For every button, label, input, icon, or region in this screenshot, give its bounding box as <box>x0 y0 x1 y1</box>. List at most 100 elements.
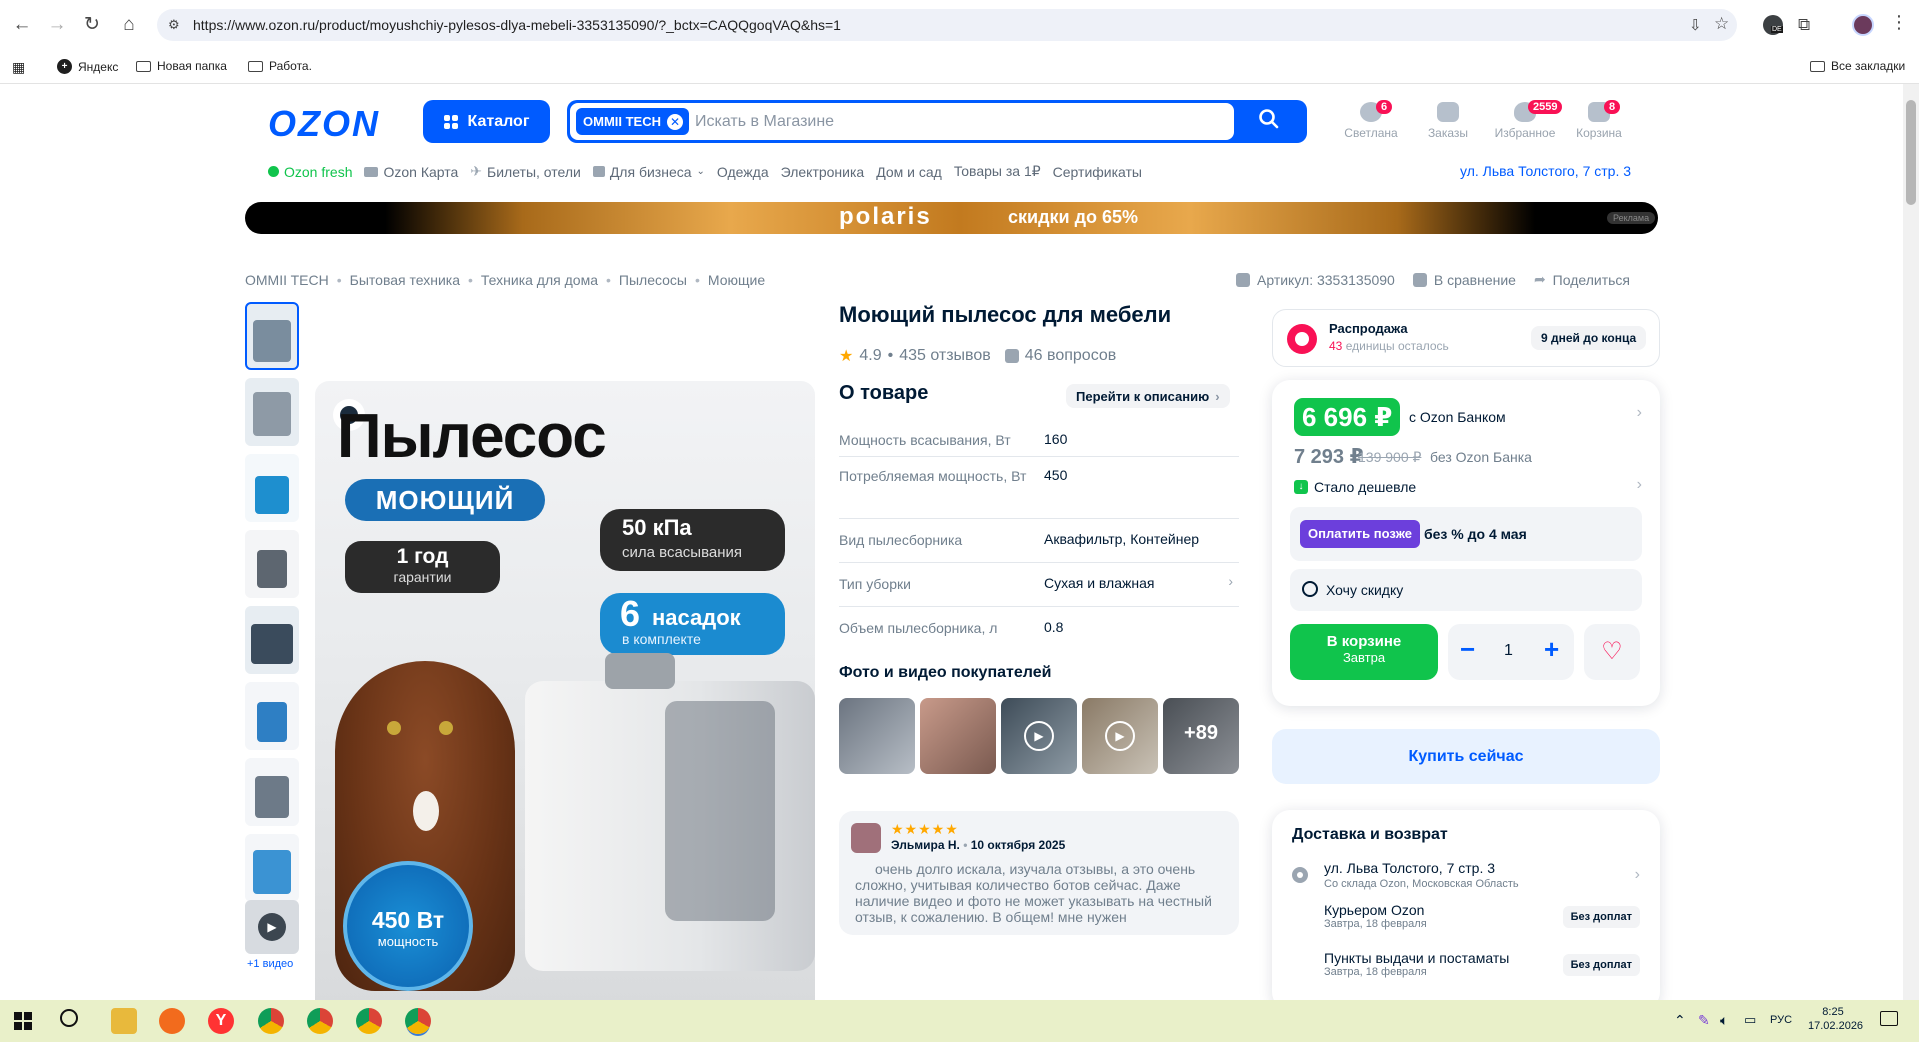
pay-later-button[interactable]: Оплатить позже <box>1300 520 1420 548</box>
more-photos-tile[interactable]: +89 <box>1163 698 1239 774</box>
price-dropped-label[interactable]: Стало дешевле <box>1314 479 1416 495</box>
buy-now-button[interactable]: Купить сейчас <box>1272 729 1660 784</box>
extension-icon[interactable]: DE <box>1763 15 1783 35</box>
in-cart-button[interactable]: В корзине Завтра <box>1290 624 1438 680</box>
delivery-address-link[interactable]: ул. Льва Толстого, 7 стр. 3 <box>1460 163 1631 179</box>
header-cart[interactable]: 8 Корзина <box>1564 100 1634 140</box>
share-link[interactable]: ➦ Поделиться <box>1534 271 1630 288</box>
delivery-option[interactable]: Курьером Ozon Завтра, 18 февраля Без доп… <box>1324 902 1640 942</box>
all-bookmarks[interactable]: Все закладки <box>1810 59 1905 73</box>
breadcrumb-item[interactable]: Бытовая техника <box>350 272 460 288</box>
reload-icon[interactable]: ↻ <box>80 13 104 37</box>
nav-item-tickets[interactable]: ✈ Билеты, отели <box>470 163 581 180</box>
property-row[interactable]: Тип уборки Сухая и влажная › <box>839 563 1239 607</box>
profile-avatar[interactable] <box>1852 14 1874 36</box>
chrome-icon[interactable] <box>307 1008 333 1034</box>
promo-banner[interactable]: polaris скидки до 65% Реклама <box>245 202 1658 234</box>
site-info-icon[interactable]: ⚙ <box>168 17 184 33</box>
install-app-icon[interactable]: ⇩ <box>1689 16 1702 34</box>
gallery-thumbnail[interactable] <box>245 378 299 446</box>
language-indicator[interactable]: РУС <box>1770 1014 1792 1026</box>
customer-video[interactable]: ▶ <box>1001 698 1077 774</box>
yandex-browser-icon[interactable]: Y <box>208 1008 234 1034</box>
breadcrumb-item[interactable]: Моющие <box>708 272 765 288</box>
notifications-icon[interactable] <box>1880 1011 1898 1026</box>
bookmark-star-icon[interactable]: ☆ <box>1714 14 1729 34</box>
extensions-puzzle-icon[interactable]: ⧉ <box>1798 15 1810 35</box>
customer-photo[interactable] <box>920 698 996 774</box>
chrome-icon[interactable] <box>258 1008 284 1034</box>
windows-start-icon[interactable] <box>14 1012 32 1030</box>
breadcrumb-item[interactable]: Пылесосы <box>619 272 687 288</box>
scrollbar-thumb[interactable] <box>1906 100 1916 205</box>
catalog-button[interactable]: Каталог <box>423 100 550 143</box>
delivery-option[interactable]: Пункты выдачи и постаматы Завтра, 18 фев… <box>1324 950 1640 990</box>
favorite-heart-icon[interactable]: ♡ <box>1584 624 1640 680</box>
apps-grid-icon[interactable]: ▦ <box>12 59 25 76</box>
bookmark-work[interactable]: Работа. <box>248 59 312 73</box>
home-icon[interactable]: ⌂ <box>117 13 141 37</box>
product-main-image[interactable]: Пылесос МОЮЩИЙ 50 кПа сила всасывания 1 … <box>315 381 815 1000</box>
gallery-thumbnail[interactable] <box>245 606 299 674</box>
gallery-thumbnail[interactable] <box>245 758 299 826</box>
compare-link[interactable]: В сравнение <box>1412 271 1516 288</box>
header-orders[interactable]: Заказы <box>1413 102 1483 140</box>
want-discount-button[interactable]: Хочу скидку <box>1290 569 1642 611</box>
address-bar[interactable]: ⚙ https://www.ozon.ru/product/moyushchiy… <box>157 9 1737 41</box>
chevron-right-icon[interactable]: › <box>1637 476 1642 494</box>
chevron-right-icon[interactable]: › <box>1637 404 1642 422</box>
firefox-icon[interactable] <box>159 1008 185 1034</box>
delivery-address[interactable]: ул. Льва Толстого, 7 стр. 3 <box>1324 860 1495 876</box>
bookmark-new-folder[interactable]: Новая папка <box>136 59 227 73</box>
more-video-link[interactable]: +1 видео <box>247 958 293 970</box>
rating-summary[interactable]: ★ 4.9 • 435 отзывов 46 вопросов <box>839 346 1116 366</box>
customer-video[interactable]: ▶ <box>1082 698 1158 774</box>
system-clock[interactable]: 8:25 17.02.2026 <box>1808 1006 1863 1032</box>
nav-item-home-garden[interactable]: Дом и сад <box>876 163 942 180</box>
gallery-thumbnail[interactable] <box>245 530 299 598</box>
pen-icon[interactable]: ✎ <box>1698 1012 1710 1029</box>
header-favorites[interactable]: 2559 Избранное <box>1490 100 1563 140</box>
header-profile[interactable]: 6 Светлана <box>1336 100 1406 140</box>
pay-later-block[interactable]: Оплатить позже без % до 4 мая <box>1290 507 1642 561</box>
gallery-thumbnail[interactable] <box>245 302 299 370</box>
file-explorer-icon[interactable] <box>111 1008 137 1034</box>
gallery-thumbnail[interactable] <box>245 682 299 750</box>
nav-item-one-ruble[interactable]: Товары за 1₽ <box>954 163 1041 180</box>
forward-icon[interactable]: → <box>45 13 69 37</box>
plus-icon[interactable]: + <box>1544 636 1559 662</box>
article-number[interactable]: Артикул: 3353135090 <box>1236 271 1395 288</box>
customer-photo[interactable] <box>839 698 915 774</box>
nav-item-ozon-fresh[interactable]: Ozon fresh <box>268 163 352 180</box>
nav-item-business[interactable]: Для бизнеса ⌄ <box>592 163 705 180</box>
nav-item-clothes[interactable]: Одежда <box>717 163 769 180</box>
chrome-icon-active[interactable] <box>405 1008 431 1034</box>
nav-item-certificates[interactable]: Сертификаты <box>1053 163 1142 180</box>
questions-count[interactable]: 46 вопросов <box>1025 347 1117 365</box>
minus-icon[interactable]: − <box>1460 636 1475 662</box>
search-input[interactable]: OMMII TECH ✕ Искать в Магазине <box>570 103 1234 140</box>
search-button[interactable] <box>1249 108 1289 136</box>
bookmark-yandex[interactable]: + Яндекс <box>57 59 118 74</box>
chevron-up-icon[interactable]: ⌃ <box>1674 1012 1686 1029</box>
network-icon[interactable]: ▭ <box>1744 1012 1756 1028</box>
nav-item-electronics[interactable]: Электроника <box>781 163 865 180</box>
nav-item-ozon-card[interactable]: Ozon Карта <box>364 163 458 180</box>
page-scrollbar[interactable] <box>1903 84 1919 1000</box>
browser-menu-icon[interactable]: ⋮ <box>1890 12 1908 33</box>
review-card[interactable]: ★★★★★ Эльмира Н. • 10 октября 2025 очень… <box>839 811 1239 935</box>
back-icon[interactable]: ← <box>10 13 34 37</box>
speaker-icon[interactable]: 🔈︎ <box>1720 1012 1728 1029</box>
sale-banner[interactable]: Распродажа 43 единицы осталось 9 дней до… <box>1272 309 1660 367</box>
breadcrumb-item[interactable]: OMMII TECH <box>245 272 329 288</box>
gallery-video-thumbnail[interactable]: ▶ <box>245 900 299 954</box>
chevron-right-icon[interactable]: › <box>1635 866 1640 884</box>
gallery-thumbnail[interactable] <box>245 834 299 902</box>
gallery-thumbnail[interactable] <box>245 454 299 522</box>
reviews-count[interactable]: 435 отзывов <box>899 347 991 365</box>
close-icon[interactable]: ✕ <box>667 113 683 130</box>
store-filter-chip[interactable]: OMMII TECH ✕ <box>576 108 689 135</box>
go-to-description-button[interactable]: Перейти к описанию › <box>1066 384 1230 408</box>
search-icon[interactable] <box>60 1009 78 1027</box>
ozon-logo[interactable]: OZON <box>268 103 380 145</box>
